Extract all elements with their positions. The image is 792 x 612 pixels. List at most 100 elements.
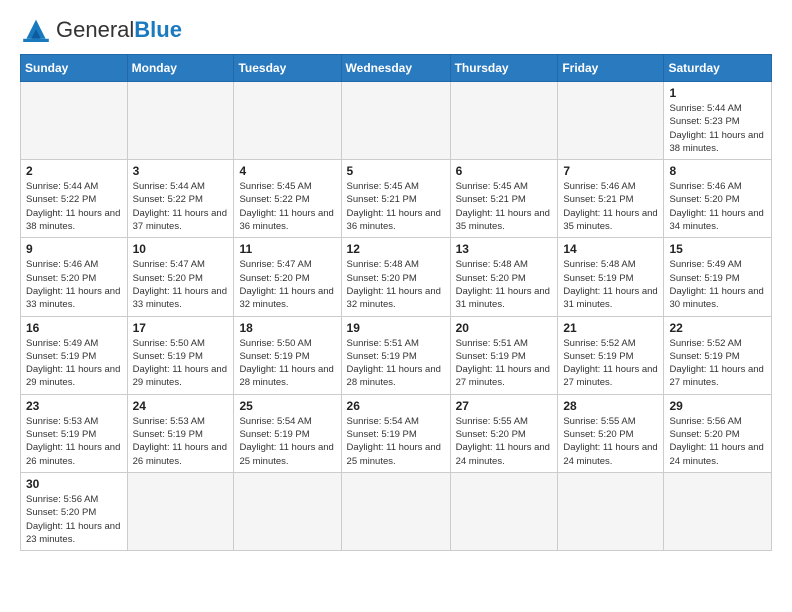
day-number: 2 (26, 164, 122, 178)
calendar-table: Sunday Monday Tuesday Wednesday Thursday… (20, 54, 772, 551)
table-cell: 2 Sunrise: 5:44 AMSunset: 5:22 PMDaylight… (21, 160, 128, 238)
table-cell (450, 472, 558, 550)
table-cell: 13Sunrise: 5:48 AMSunset: 5:20 PMDayligh… (450, 238, 558, 316)
table-cell: 28Sunrise: 5:55 AMSunset: 5:20 PMDayligh… (558, 394, 664, 472)
table-cell: 11Sunrise: 5:47 AMSunset: 5:20 PMDayligh… (234, 238, 341, 316)
day-info: Sunrise: 5:46 AMSunset: 5:20 PMDaylight:… (26, 258, 122, 311)
day-info: Sunrise: 5:44 AMSunset: 5:23 PMDaylight:… (669, 102, 766, 155)
header-saturday: Saturday (664, 55, 772, 82)
day-info: Sunrise: 5:53 AMSunset: 5:19 PMDaylight:… (133, 415, 229, 468)
day-number: 14 (563, 242, 658, 256)
table-cell: 19 Sunrise: 5:51 AMSunset: 5:19 PMDayligh… (341, 316, 450, 394)
day-info: Sunrise: 5:51 AMSunset: 5:19 PMDaylight:… (347, 337, 445, 390)
day-info: Sunrise: 5:45 AMSunset: 5:21 PMDaylight:… (347, 180, 445, 233)
table-cell: 25Sunrise: 5:54 AMSunset: 5:19 PMDayligh… (234, 394, 341, 472)
table-cell: 6Sunrise: 5:45 AMSunset: 5:21 PMDaylight… (450, 160, 558, 238)
header-monday: Monday (127, 55, 234, 82)
table-cell: 30 Sunrise: 5:56 AMSunset: 5:20 PMDayligh… (21, 472, 128, 550)
table-cell: 10 Sunrise: 5:47 AMSunset: 5:20 PMDayligh… (127, 238, 234, 316)
header-friday: Friday (558, 55, 664, 82)
day-number: 23 (26, 399, 122, 413)
day-info: Sunrise: 5:47 AMSunset: 5:20 PMDaylight:… (133, 258, 229, 311)
table-cell (664, 472, 772, 550)
calendar-row: 30 Sunrise: 5:56 AMSunset: 5:20 PMDayligh… (21, 472, 772, 550)
day-number: 16 (26, 321, 122, 335)
table-cell: 29Sunrise: 5:56 AMSunset: 5:20 PMDayligh… (664, 394, 772, 472)
table-cell (558, 472, 664, 550)
table-cell: 24 Sunrise: 5:53 AMSunset: 5:19 PMDayligh… (127, 394, 234, 472)
table-cell (234, 82, 341, 160)
day-info: Sunrise: 5:50 AMSunset: 5:19 PMDaylight:… (239, 337, 335, 390)
header: GeneralBlue (20, 16, 772, 44)
table-cell (341, 82, 450, 160)
logo-text: GeneralBlue (56, 19, 182, 42)
table-cell: 17Sunrise: 5:50 AMSunset: 5:19 PMDayligh… (127, 316, 234, 394)
day-number: 26 (347, 399, 445, 413)
day-info: Sunrise: 5:56 AMSunset: 5:20 PMDaylight:… (26, 493, 122, 546)
table-cell: 22 Sunrise: 5:52 AMSunset: 5:19 PMDayligh… (664, 316, 772, 394)
day-info: Sunrise: 5:46 AMSunset: 5:21 PMDaylight:… (563, 180, 658, 233)
header-thursday: Thursday (450, 55, 558, 82)
table-cell (341, 472, 450, 550)
day-number: 12 (347, 242, 445, 256)
table-cell: 14 Sunrise: 5:48 AMSunset: 5:19 PMDayligh… (558, 238, 664, 316)
day-info: Sunrise: 5:44 AMSunset: 5:22 PMDaylight:… (26, 180, 122, 233)
calendar-row: 23 Sunrise: 5:53 AMSunset: 5:19 PMDayligh… (21, 394, 772, 472)
calendar-row: 2 Sunrise: 5:44 AMSunset: 5:22 PMDaylight… (21, 160, 772, 238)
table-cell (21, 82, 128, 160)
table-cell: 9Sunrise: 5:46 AMSunset: 5:20 PMDaylight… (21, 238, 128, 316)
day-number: 30 (26, 477, 122, 491)
day-info: Sunrise: 5:44 AMSunset: 5:22 PMDaylight:… (133, 180, 229, 233)
day-number: 27 (456, 399, 553, 413)
header-tuesday: Tuesday (234, 55, 341, 82)
day-info: Sunrise: 5:45 AMSunset: 5:21 PMDaylight:… (456, 180, 553, 233)
day-info: Sunrise: 5:55 AMSunset: 5:20 PMDaylight:… (456, 415, 553, 468)
day-number: 24 (133, 399, 229, 413)
day-number: 8 (669, 164, 766, 178)
table-cell: 26 Sunrise: 5:54 AMSunset: 5:19 PMDayligh… (341, 394, 450, 472)
day-info: Sunrise: 5:51 AMSunset: 5:19 PMDaylight:… (456, 337, 553, 390)
day-number: 20 (456, 321, 553, 335)
page: GeneralBlue Sunday Monday Tuesday Wednes… (0, 0, 792, 567)
day-info: Sunrise: 5:55 AMSunset: 5:20 PMDaylight:… (563, 415, 658, 468)
day-number: 15 (669, 242, 766, 256)
day-info: Sunrise: 5:52 AMSunset: 5:19 PMDaylight:… (669, 337, 766, 390)
calendar-row: 9Sunrise: 5:46 AMSunset: 5:20 PMDaylight… (21, 238, 772, 316)
generalblue-icon (20, 16, 52, 44)
day-number: 25 (239, 399, 335, 413)
table-cell: 8Sunrise: 5:46 AMSunset: 5:20 PMDaylight… (664, 160, 772, 238)
table-cell (127, 472, 234, 550)
day-info: Sunrise: 5:54 AMSunset: 5:19 PMDaylight:… (347, 415, 445, 468)
table-cell: 5Sunrise: 5:45 AMSunset: 5:21 PMDaylight… (341, 160, 450, 238)
table-cell: 23Sunrise: 5:53 AMSunset: 5:19 PMDayligh… (21, 394, 128, 472)
table-cell: 20 Sunrise: 5:51 AMSunset: 5:19 PMDayligh… (450, 316, 558, 394)
table-cell: 16 Sunrise: 5:49 AMSunset: 5:19 PMDayligh… (21, 316, 128, 394)
header-wednesday: Wednesday (341, 55, 450, 82)
table-cell: 27 Sunrise: 5:55 AMSunset: 5:20 PMDayligh… (450, 394, 558, 472)
table-cell: 7 Sunrise: 5:46 AMSunset: 5:21 PMDaylight… (558, 160, 664, 238)
day-number: 7 (563, 164, 658, 178)
weekday-header-row: Sunday Monday Tuesday Wednesday Thursday… (21, 55, 772, 82)
day-number: 10 (133, 242, 229, 256)
calendar-row: 1 Sunrise: 5:44 AMSunset: 5:23 PMDaylight… (21, 82, 772, 160)
day-number: 4 (239, 164, 335, 178)
day-number: 11 (239, 242, 335, 256)
table-cell: 4 Sunrise: 5:45 AMSunset: 5:22 PMDaylight… (234, 160, 341, 238)
day-info: Sunrise: 5:48 AMSunset: 5:19 PMDaylight:… (563, 258, 658, 311)
day-number: 18 (239, 321, 335, 335)
day-number: 22 (669, 321, 766, 335)
table-cell: 12Sunrise: 5:48 AMSunset: 5:20 PMDayligh… (341, 238, 450, 316)
header-sunday: Sunday (21, 55, 128, 82)
day-info: Sunrise: 5:49 AMSunset: 5:19 PMDaylight:… (26, 337, 122, 390)
table-cell: 21Sunrise: 5:52 AMSunset: 5:19 PMDayligh… (558, 316, 664, 394)
table-cell: 3Sunrise: 5:44 AMSunset: 5:22 PMDaylight… (127, 160, 234, 238)
day-number: 19 (347, 321, 445, 335)
table-cell (234, 472, 341, 550)
day-number: 1 (669, 86, 766, 100)
day-number: 13 (456, 242, 553, 256)
table-cell (450, 82, 558, 160)
day-info: Sunrise: 5:52 AMSunset: 5:19 PMDaylight:… (563, 337, 658, 390)
table-cell (558, 82, 664, 160)
day-info: Sunrise: 5:45 AMSunset: 5:22 PMDaylight:… (239, 180, 335, 233)
day-info: Sunrise: 5:50 AMSunset: 5:19 PMDaylight:… (133, 337, 229, 390)
